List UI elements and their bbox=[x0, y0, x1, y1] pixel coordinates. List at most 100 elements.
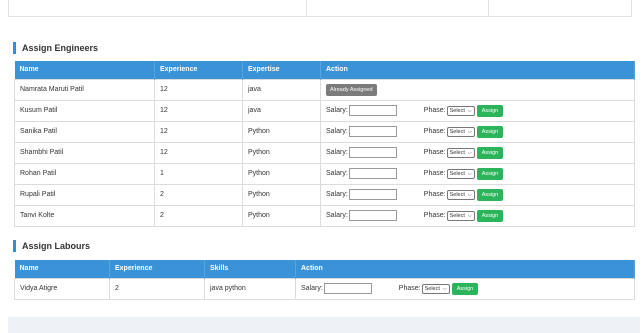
phase-select-value: Select bbox=[449, 149, 465, 156]
salary-label: Salary: bbox=[326, 170, 348, 177]
engineer-experience: 12 bbox=[154, 78, 243, 101]
column-header-name: Name bbox=[14, 61, 155, 79]
phase-select[interactable]: Select ⌵ bbox=[446, 210, 475, 221]
phase-select-value: Select bbox=[449, 212, 465, 219]
engineer-experience: 2 bbox=[154, 204, 243, 227]
assign-button[interactable]: Assign bbox=[476, 104, 504, 117]
labours-header-row: Name Experience Skills Action bbox=[14, 260, 635, 278]
engineer-experience: 12 bbox=[154, 141, 243, 164]
salary-label: Salary: bbox=[326, 107, 348, 114]
engineer-expertise: java bbox=[242, 99, 321, 122]
table-row: Shambhi Patil 12 Python Salary: Phase: Sel… bbox=[14, 141, 635, 164]
engineer-name: Rohan Patil bbox=[14, 162, 155, 185]
salary-label: Salary: bbox=[326, 212, 348, 219]
phase-select[interactable]: Select ⌵ bbox=[446, 168, 475, 179]
labours-table: Name Experience Skills Action Vidya Atig… bbox=[14, 260, 635, 300]
action-cell: Already Assigned bbox=[320, 78, 635, 101]
action-cell: Salary: Phase: Select ⌵ Assign bbox=[320, 99, 635, 122]
phase-label: Phase: bbox=[423, 212, 446, 219]
engineer-experience: 2 bbox=[154, 183, 243, 206]
engineer-expertise: Python bbox=[242, 120, 321, 143]
column-header-skills: Skills bbox=[204, 260, 296, 278]
engineer-name: Kusum Patil bbox=[14, 99, 155, 122]
phase-label: Phase: bbox=[398, 285, 421, 292]
phase-select-value: Select bbox=[449, 191, 465, 198]
salary-label: Salary: bbox=[326, 149, 348, 156]
engineer-expertise: Python bbox=[242, 204, 321, 227]
column-header-experience: Experience bbox=[109, 260, 205, 278]
assign-button[interactable]: Assign bbox=[476, 125, 504, 138]
phase-select[interactable]: Select ⌵ bbox=[446, 105, 475, 116]
chevron-down-icon: ⌵ bbox=[467, 107, 472, 114]
table-row: Namrata Maruti Patil 12 java Already Ass… bbox=[14, 78, 635, 101]
assign-button[interactable]: Assign bbox=[476, 188, 504, 201]
engineer-experience: 12 bbox=[154, 120, 243, 143]
assign-labours-heading: Assign Labours bbox=[13, 240, 90, 252]
action-cell: Salary: Phase: Select ⌵ Assign bbox=[320, 120, 635, 143]
salary-input[interactable] bbox=[348, 105, 397, 116]
page: Assign Engineers Name Experience Experti… bbox=[0, 0, 644, 333]
table-row: Rupali Patil 2 Python Salary: Phase: Selec… bbox=[14, 183, 635, 206]
phase-label: Phase: bbox=[423, 128, 446, 135]
salary-input[interactable] bbox=[323, 283, 372, 294]
action-cell: Salary: Phase: Select ⌵ Assign bbox=[320, 204, 635, 227]
action-cell: Salary: Phase: Select ⌵ Assign bbox=[320, 141, 635, 164]
table-row: Vidya Atigre 2 java python Salary: Phase:… bbox=[14, 277, 635, 300]
table-row: Tanvi Kolte 2 Python Salary: Phase: Select… bbox=[14, 204, 635, 227]
salary-label: Salary: bbox=[301, 285, 323, 292]
engineer-name: Rupali Patil bbox=[14, 183, 155, 206]
assign-button[interactable]: Assign bbox=[451, 282, 479, 295]
footer-bar bbox=[8, 317, 640, 333]
engineer-expertise: Python bbox=[242, 162, 321, 185]
phase-select[interactable]: Select ⌵ bbox=[446, 189, 475, 200]
table-cell-divider bbox=[306, 0, 307, 16]
action-cell: Salary: Phase: Select ⌵ Assign bbox=[320, 183, 635, 206]
table-row: Sanika Patil 12 Python Salary: Phase: Sele… bbox=[14, 120, 635, 143]
labour-experience: 2 bbox=[109, 277, 205, 300]
salary-input[interactable] bbox=[348, 147, 397, 158]
chevron-down-icon: ⌵ bbox=[442, 285, 447, 292]
phase-label: Phase: bbox=[423, 170, 446, 177]
table-cell-divider bbox=[488, 0, 489, 16]
engineers-table: Name Experience Expertise Action Namrata… bbox=[14, 61, 635, 227]
phase-select-value: Select bbox=[449, 128, 465, 135]
salary-label: Salary: bbox=[326, 191, 348, 198]
chevron-down-icon: ⌵ bbox=[467, 212, 472, 219]
table-row: Kusum Patil 12 java Salary: Phase: Select ⌵… bbox=[14, 99, 635, 122]
phase-select[interactable]: Select ⌵ bbox=[446, 147, 475, 158]
phase-label: Phase: bbox=[423, 107, 446, 114]
table-row: Rohan Patil 1 Python Salary: Phase: Select… bbox=[14, 162, 635, 185]
already-assigned-button[interactable]: Already Assigned bbox=[326, 83, 377, 96]
assign-button[interactable]: Assign bbox=[476, 146, 504, 159]
column-header-action: Action bbox=[295, 260, 635, 278]
phase-select[interactable]: Select ⌵ bbox=[446, 126, 475, 137]
phase-select-value: Select bbox=[449, 170, 465, 177]
salary-input[interactable] bbox=[348, 168, 397, 179]
engineer-expertise: Python bbox=[242, 141, 321, 164]
salary-input[interactable] bbox=[348, 210, 397, 221]
engineer-experience: 1 bbox=[154, 162, 243, 185]
chevron-down-icon: ⌵ bbox=[467, 191, 472, 198]
phase-select[interactable]: Select ⌵ bbox=[421, 283, 450, 294]
salary-input[interactable] bbox=[348, 189, 397, 200]
engineer-name: Tanvi Kolte bbox=[14, 204, 155, 227]
assign-engineers-heading: Assign Engineers bbox=[13, 42, 98, 54]
engineer-experience: 12 bbox=[154, 99, 243, 122]
labour-skills: java python bbox=[204, 277, 296, 300]
column-header-experience: Experience bbox=[154, 61, 243, 79]
phase-select-value: Select bbox=[424, 285, 440, 292]
engineer-name: Namrata Maruti Patil bbox=[14, 78, 155, 101]
assign-button[interactable]: Assign bbox=[476, 209, 504, 222]
action-cell: Salary: Phase: Select ⌵ Assign bbox=[295, 277, 635, 300]
assign-button[interactable]: Assign bbox=[476, 167, 504, 180]
column-header-name: Name bbox=[14, 260, 110, 278]
chevron-down-icon: ⌵ bbox=[467, 149, 472, 156]
labour-name: Vidya Atigre bbox=[14, 277, 110, 300]
engineer-expertise: Python bbox=[242, 183, 321, 206]
previous-table-bottom bbox=[8, 0, 632, 17]
phase-label: Phase: bbox=[423, 149, 446, 156]
column-header-action: Action bbox=[320, 61, 635, 79]
engineer-name: Sanika Patil bbox=[14, 120, 155, 143]
salary-input[interactable] bbox=[348, 126, 397, 137]
engineer-name: Shambhi Patil bbox=[14, 141, 155, 164]
